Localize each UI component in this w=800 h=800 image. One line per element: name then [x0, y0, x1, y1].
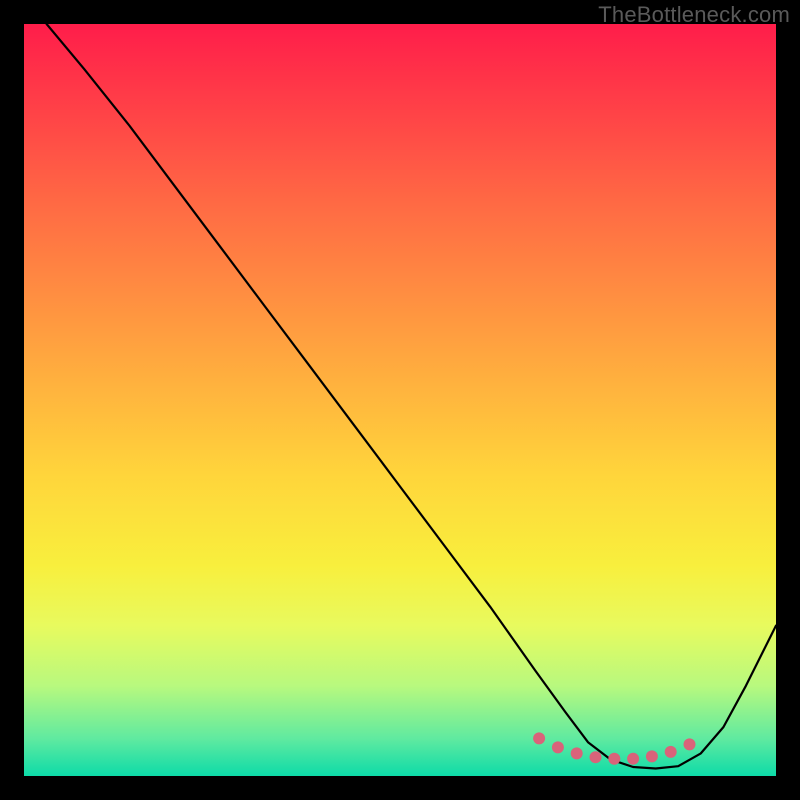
marker-dot: [552, 741, 564, 753]
marker-dot: [646, 750, 658, 762]
optimal-range-markers: [533, 732, 695, 764]
marker-dot: [533, 732, 545, 744]
chart-frame: TheBottleneck.com: [0, 0, 800, 800]
marker-dot: [627, 753, 639, 765]
marker-dot: [608, 753, 620, 765]
marker-dot: [571, 747, 583, 759]
marker-dot: [684, 738, 696, 750]
chart-plot-area: [24, 24, 776, 776]
marker-dot: [590, 751, 602, 763]
bottleneck-curve-line: [47, 24, 776, 769]
chart-svg: [24, 24, 776, 776]
marker-dot: [665, 746, 677, 758]
